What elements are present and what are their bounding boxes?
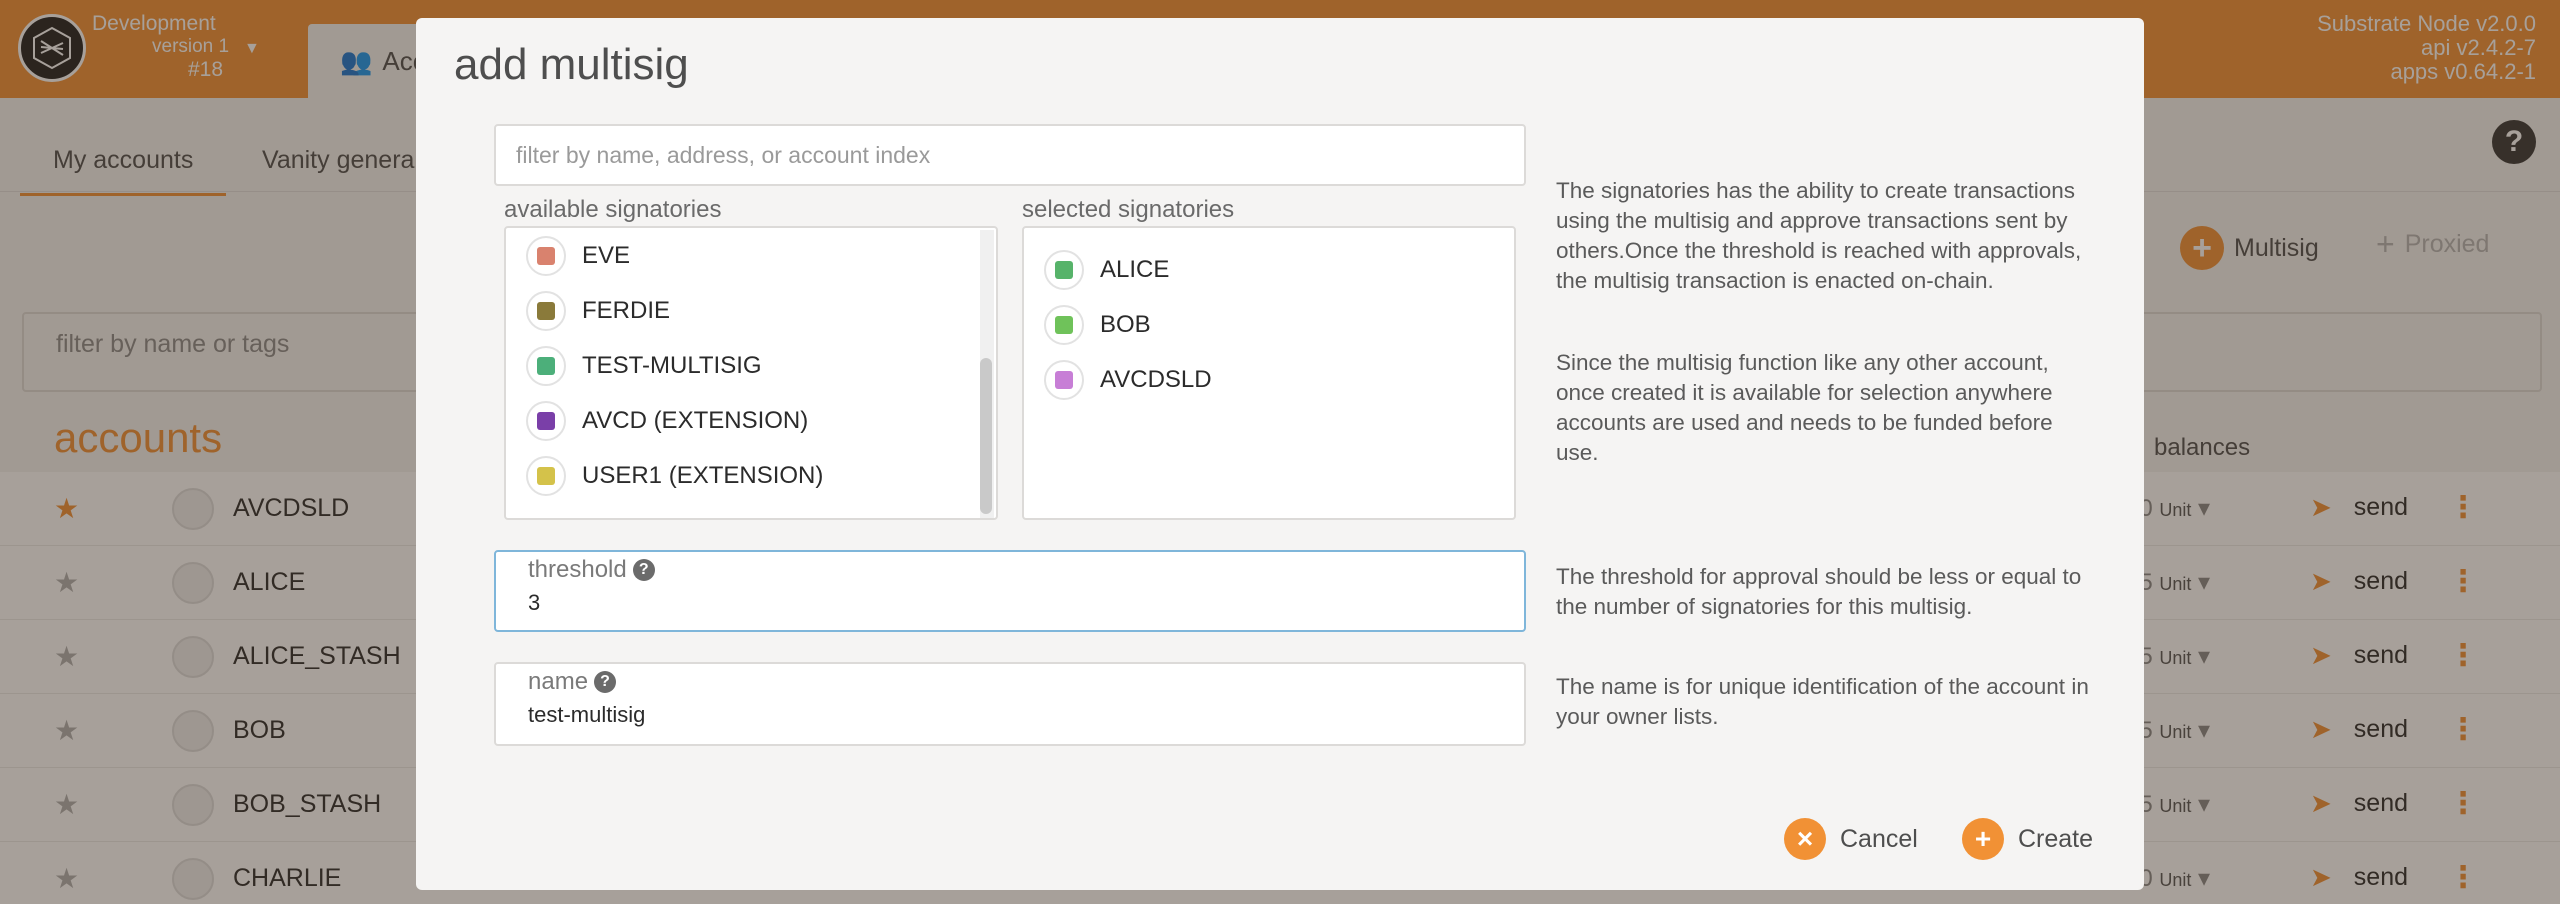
cancel-button[interactable]: × Cancel (1784, 818, 1918, 860)
identicon-icon (526, 400, 566, 441)
name-help-text: The name is for unique identification of… (1556, 674, 2089, 729)
threshold-label-text: threshold (528, 556, 627, 583)
identicon-icon (526, 235, 566, 276)
signatory-name: EVE (582, 241, 631, 269)
signatory-item[interactable]: USER1 (EXTENSION) (506, 448, 996, 503)
signatory-item[interactable]: EVE (506, 228, 996, 283)
identicon-icon (1044, 359, 1084, 400)
signatory-name: AVCDSLD (1100, 365, 1212, 393)
name-field[interactable]: name ? (494, 662, 1526, 746)
signatory-name: AVCD (EXTENSION) (582, 406, 809, 434)
available-signatories-list[interactable]: EVE FERDIE TEST-MULTISIG AVCD (EXTENSION) US… (504, 226, 998, 520)
identicon-icon (526, 455, 566, 496)
signatory-filter-input[interactable]: filter by name, address, or account inde… (494, 124, 1526, 186)
threshold-input[interactable] (528, 590, 1488, 616)
question-icon[interactable]: ? (594, 671, 617, 693)
signatory-item[interactable]: AVCD (EXTENSION) (506, 393, 996, 448)
signatory-item[interactable]: AVCDSLD (1024, 352, 1514, 407)
signatory-item[interactable]: TEST-MULTISIG (506, 338, 996, 393)
available-signatories-label: available signatories (504, 196, 722, 223)
question-icon[interactable]: ? (632, 559, 655, 581)
name-input[interactable] (528, 702, 1488, 728)
modal-title: add multisig (454, 40, 689, 89)
identicon-icon (1044, 249, 1084, 290)
threshold-field[interactable]: threshold ? (494, 550, 1526, 632)
selected-signatories-list[interactable]: ALICE BOB AVCDSLD (1022, 226, 1516, 520)
signatories-help-text: The signatories has the ability to creat… (1556, 178, 2082, 293)
close-icon: × (1784, 818, 1826, 860)
signatory-name: FERDIE (582, 296, 671, 324)
signatory-name: BOB (1100, 310, 1151, 338)
signatory-item[interactable]: ALICE (1024, 242, 1514, 297)
add-multisig-modal: add multisig filter by name, address, or… (416, 18, 2144, 890)
threshold-help-text: The threshold for approval should be les… (1556, 564, 2082, 619)
create-button-label: Create (2018, 824, 2094, 853)
threshold-label: threshold ? (528, 556, 655, 584)
plus-icon: + (1962, 818, 2004, 860)
signatory-name: USER1 (EXTENSION) (582, 461, 824, 489)
scrollbar-thumb[interactable] (980, 358, 992, 514)
cancel-button-label: Cancel (1840, 824, 1918, 853)
signatory-name: ALICE (1100, 255, 1170, 283)
signatory-item[interactable]: FERDIE (506, 283, 996, 338)
identicon-icon (526, 290, 566, 331)
selected-signatories-label: selected signatories (1022, 196, 1235, 223)
identicon-icon (526, 345, 566, 386)
name-label: name ? (528, 668, 617, 696)
name-label-text: name (528, 668, 589, 695)
create-button[interactable]: + Create (1962, 818, 2093, 860)
identicon-icon (1044, 304, 1084, 345)
multisig-help-text: Since the multisig function like any oth… (1556, 350, 2053, 465)
signatory-item[interactable]: BOB (1024, 297, 1514, 352)
signatory-name: TEST-MULTISIG (582, 351, 762, 379)
